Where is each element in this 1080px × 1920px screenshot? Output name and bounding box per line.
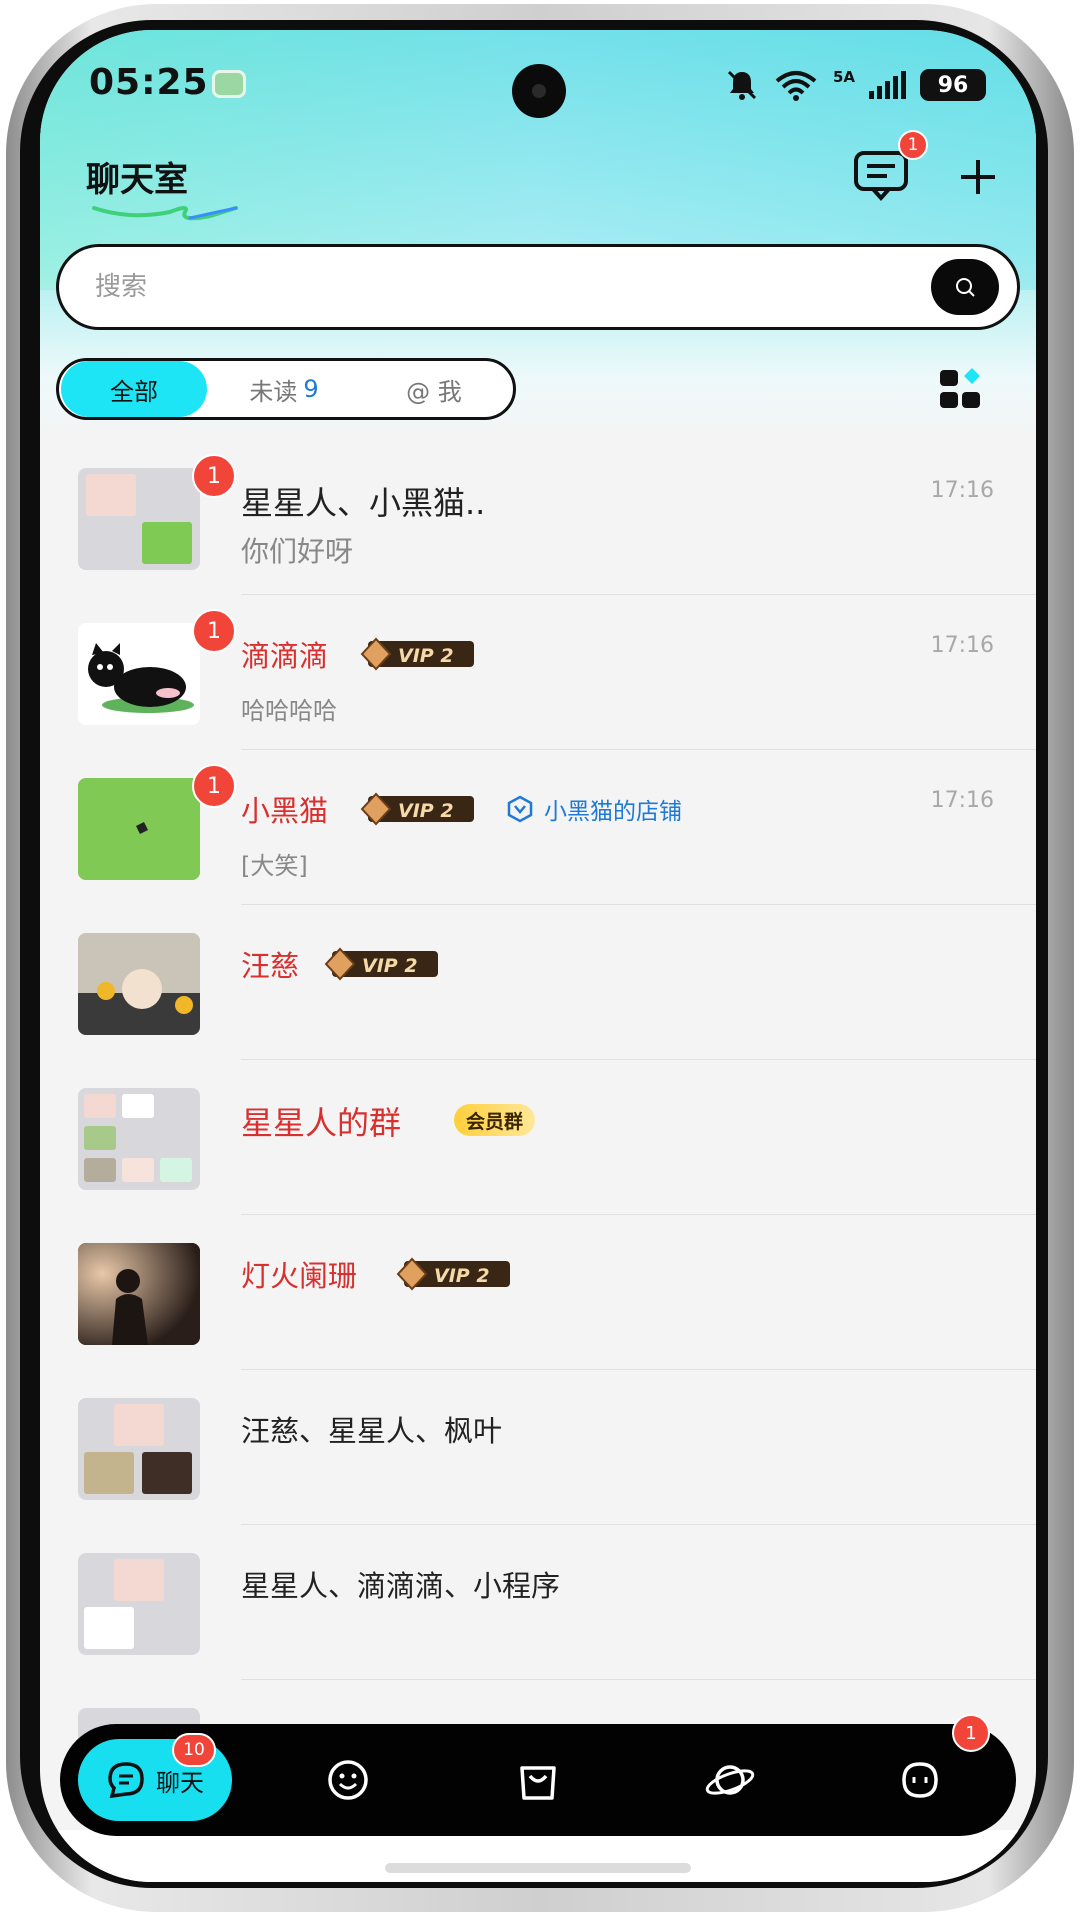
title-underline-decoration bbox=[92, 206, 238, 221]
page-title: 聊天室 bbox=[86, 160, 188, 200]
status-bar: 05:25 5A 96 bbox=[40, 30, 1036, 120]
cat-on-grass-image bbox=[78, 778, 200, 880]
chat-time: 17:16 bbox=[930, 633, 994, 658]
group-avatar bbox=[78, 1553, 200, 1655]
chat-preview: 哈哈哈哈 bbox=[241, 697, 337, 725]
tab-all[interactable]: 全部 bbox=[61, 361, 207, 417]
shopping-bag-icon[interactable] bbox=[512, 1754, 564, 1806]
avatar bbox=[78, 1243, 200, 1345]
screen: 05:25 5A 96 聊天室 1 搜索 全部 未读 9 @ 我 1 星星人、小… bbox=[40, 30, 1036, 1882]
vip-badge: VIP 2 bbox=[360, 637, 474, 671]
planet-icon[interactable] bbox=[704, 1754, 756, 1806]
avatar bbox=[78, 933, 200, 1035]
network-type: 5A bbox=[832, 68, 855, 86]
avatar bbox=[78, 623, 200, 725]
unread-badge: 1 bbox=[192, 764, 236, 808]
bottom-background bbox=[40, 1830, 1036, 1882]
chat-name: 星星人、滴滴滴、小程序 bbox=[241, 1569, 561, 1603]
messages-icon[interactable] bbox=[853, 150, 911, 202]
tab-at-me[interactable]: @ 我 bbox=[359, 361, 509, 417]
chat-bubble-icon bbox=[108, 1762, 144, 1799]
group-avatar bbox=[78, 468, 200, 570]
nav-chat-tab[interactable]: 聊天 10 bbox=[78, 1733, 232, 1821]
signal-icon bbox=[869, 71, 906, 99]
avatar bbox=[78, 778, 200, 880]
car-toy-photo bbox=[78, 933, 200, 1035]
vip-badge-label: VIP 2 bbox=[434, 1265, 490, 1287]
home-indicator[interactable] bbox=[385, 1863, 691, 1873]
chat-time: 17:16 bbox=[930, 478, 994, 503]
member-group-tag: 会员群 bbox=[454, 1104, 536, 1136]
chat-preview: 你们好呀 bbox=[241, 535, 354, 568]
tab-unread[interactable]: 未读 9 bbox=[209, 361, 359, 417]
chat-name: 汪慈、星星人、枫叶 bbox=[241, 1414, 503, 1448]
status-icons: 5A 96 bbox=[725, 68, 986, 102]
grid-view-icon[interactable] bbox=[938, 366, 984, 412]
cat-avatar-image bbox=[88, 643, 194, 713]
status-time: 05:25 bbox=[89, 62, 209, 103]
chat-row[interactable]: 1 小黑猫 VIP 2 小黑猫的店铺 [大笑] 17:16 bbox=[40, 750, 1036, 905]
add-icon[interactable] bbox=[953, 152, 1003, 202]
sunset-portrait-photo bbox=[78, 1243, 200, 1345]
search-icon bbox=[956, 278, 975, 297]
chat-row[interactable]: 星星人、滴滴滴、小程序 bbox=[40, 1525, 1036, 1680]
search-button[interactable] bbox=[931, 259, 999, 315]
front-camera bbox=[512, 64, 566, 118]
vip-badge-label: VIP 2 bbox=[398, 800, 454, 822]
vip-badge: VIP 2 bbox=[396, 1257, 510, 1291]
chat-name: 滴滴滴 bbox=[241, 639, 329, 673]
vip-badge-label: VIP 2 bbox=[362, 955, 418, 977]
chat-row[interactable]: 灯火阑珊 VIP 2 bbox=[40, 1215, 1036, 1370]
shop-link[interactable]: 小黑猫的店铺 bbox=[506, 792, 682, 826]
chat-name: 星星人的群 bbox=[241, 1104, 402, 1142]
shop-icon bbox=[507, 795, 533, 823]
tab-unread-count: 9 bbox=[303, 375, 319, 403]
search-input[interactable] bbox=[95, 267, 875, 307]
messages-badge: 1 bbox=[898, 130, 928, 160]
chat-row[interactable]: 1 滴滴滴 VIP 2 哈哈哈哈 17:16 bbox=[40, 595, 1036, 750]
battery-level: 96 bbox=[920, 69, 986, 101]
group-avatar bbox=[78, 1088, 200, 1190]
bottom-nav: 聊天 10 1 bbox=[60, 1714, 1016, 1836]
notification-app-icon bbox=[212, 70, 246, 98]
chat-name: 小黑猫 bbox=[241, 794, 329, 828]
wifi-icon bbox=[775, 71, 817, 101]
bell-muted-icon bbox=[727, 70, 757, 100]
chat-list: 1 星星人、小黑猫.. 你们好呀 17:16 1 滴滴滴 VIP 2 哈哈哈哈 … bbox=[40, 440, 1036, 1740]
vip-badge: VIP 2 bbox=[360, 792, 474, 826]
vip-badge-label: VIP 2 bbox=[398, 645, 454, 667]
chat-row[interactable]: 星星人的群 会员群 bbox=[40, 1060, 1036, 1215]
chat-time: 17:16 bbox=[930, 788, 994, 813]
shop-name: 小黑猫的店铺 bbox=[544, 799, 682, 825]
group-avatar bbox=[78, 1398, 200, 1500]
unread-badge: 1 bbox=[192, 609, 236, 653]
nav-profile-badge: 1 bbox=[952, 1714, 990, 1752]
profile-face-icon[interactable] bbox=[894, 1754, 946, 1806]
chat-row[interactable]: 汪慈、星星人、枫叶 bbox=[40, 1370, 1036, 1525]
chat-name: 星星人、小黑猫.. bbox=[241, 484, 486, 522]
unread-badge: 1 bbox=[192, 454, 236, 498]
nav-chat-badge: 10 bbox=[172, 1733, 216, 1767]
chat-row[interactable]: 汪慈 VIP 2 bbox=[40, 905, 1036, 1060]
chat-name: 灯火阑珊 bbox=[241, 1259, 358, 1293]
tab-unread-label: 未读 bbox=[249, 377, 298, 406]
filter-tabs: 全部 未读 9 @ 我 bbox=[56, 358, 516, 420]
smile-icon[interactable] bbox=[322, 1754, 374, 1806]
vip-badge: VIP 2 bbox=[324, 947, 438, 981]
nav-chat-label: 聊天 bbox=[156, 1768, 204, 1797]
chat-name: 汪慈 bbox=[241, 949, 300, 983]
chat-row[interactable]: 1 星星人、小黑猫.. 你们好呀 17:16 bbox=[40, 440, 1036, 595]
chat-preview: [大笑] bbox=[241, 852, 308, 880]
search-bar bbox=[56, 244, 1020, 330]
